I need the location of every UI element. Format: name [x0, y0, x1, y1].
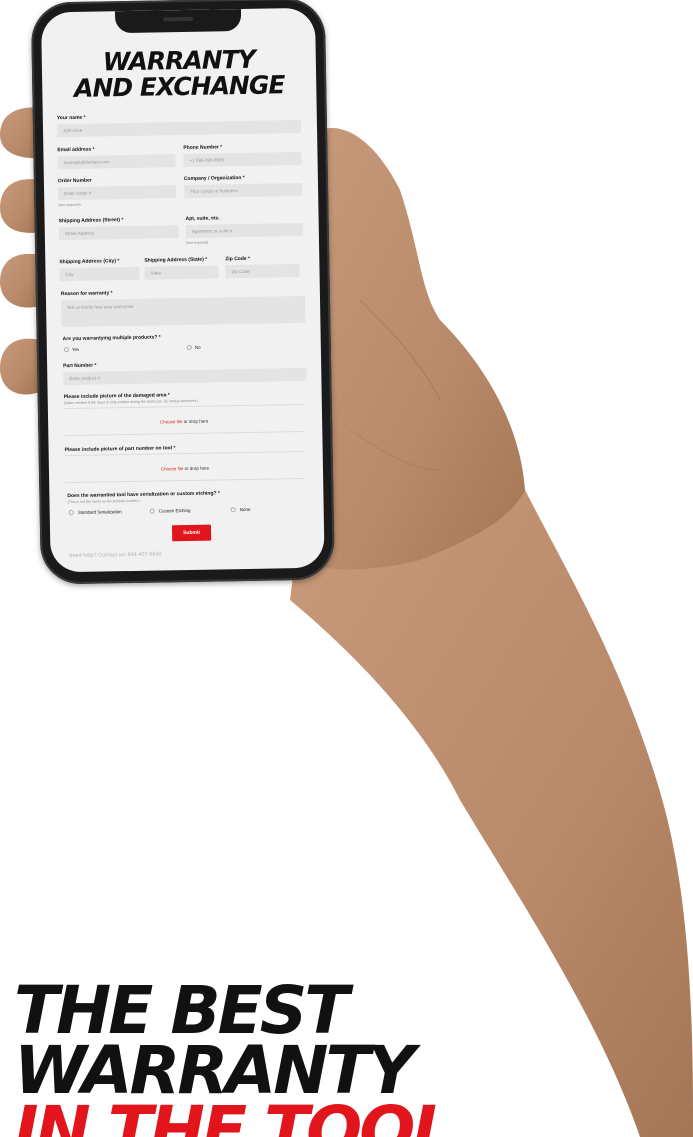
zip-label: Zip Code *	[225, 255, 251, 263]
radio-multiple-yes[interactable]	[63, 347, 69, 353]
radio-serial-none-label: None	[239, 506, 251, 513]
serial-label: Does the warrantied tool have serializat…	[67, 490, 220, 500]
city-label: Shipping Address (City) *	[59, 258, 120, 266]
phone-input[interactable]: +1 999-999-9999	[183, 151, 302, 168]
radio-serial-standard-label: Standard Serialization	[77, 509, 122, 515]
email-input[interactable]: example@domain.com	[57, 154, 176, 170]
phone-screen: WARRANTY AND EXCHANGE Your name * John D…	[40, 7, 325, 573]
partpic-choose-file-link[interactable]: Choose file	[161, 466, 184, 471]
damage-choose-file-link[interactable]: Choose file	[160, 419, 183, 424]
multiple-label: Are you warrantying multiple products? *	[62, 334, 161, 343]
company-input[interactable]: Your school or business	[183, 182, 303, 199]
apt-label: Apt, suite, etc.	[185, 215, 220, 222]
order-label: Order Number	[57, 177, 92, 185]
zip-input[interactable]: Zip Code	[225, 264, 300, 279]
radio-serial-standard[interactable]	[68, 509, 74, 516]
radio-serial-none[interactable]	[230, 507, 236, 513]
radio-multiple-no-label: No	[194, 344, 201, 350]
email-label: Email address *	[57, 146, 95, 154]
form-title: WARRANTY AND EXCHANGE	[73, 44, 285, 103]
company-label: Company / Organization *	[183, 174, 245, 183]
partpic-upload-dropzone[interactable]: Choose file or drop here	[64, 450, 306, 484]
order-input[interactable]: Enter Order #	[58, 185, 177, 201]
street-input[interactable]: Street Address	[58, 225, 179, 241]
part-input[interactable]: Enter product #	[63, 367, 307, 386]
name-input[interactable]: John Doe	[56, 119, 302, 138]
radio-serial-custom-label: Custom Etching	[158, 507, 191, 514]
phone-device: WARRANTY AND EXCHANGE Your name * John D…	[30, 0, 335, 585]
partpic-label: Please include picture of part number on…	[64, 445, 176, 454]
radio-serial-custom[interactable]	[149, 508, 155, 514]
damage-upload-dropzone[interactable]: Choose file or drop here	[63, 403, 305, 437]
help-contact-text: Need help? Contact us! 844-407-6642	[68, 551, 162, 560]
apt-hint: (Not required)	[185, 240, 209, 245]
part-label: Part Number *	[63, 362, 97, 370]
reason-textarea[interactable]: Tell us briefly how your tool broke	[60, 295, 306, 328]
state-input[interactable]: State	[144, 265, 219, 280]
headline-line-3: IN THE TOOL	[14, 1092, 454, 1137]
phone-notch	[114, 8, 242, 34]
street-label: Shipping Address (Street) *	[58, 217, 124, 225]
submit-button[interactable]: Submit	[171, 524, 212, 542]
name-label: Your name *	[56, 114, 86, 122]
radio-multiple-no[interactable]	[186, 344, 192, 350]
city-input[interactable]: City	[59, 266, 140, 282]
phone-label: Phone Number *	[183, 144, 223, 152]
apt-input[interactable]: Apartment or suite #	[185, 222, 303, 238]
state-label: Shipping Address (State) *	[144, 256, 208, 264]
serial-hint: (This is not the same as the product num…	[67, 498, 140, 505]
order-hint: (Not required)	[58, 202, 81, 208]
reason-label: Reason for warranty *	[60, 290, 113, 298]
radio-multiple-yes-label: Yes	[71, 346, 80, 352]
